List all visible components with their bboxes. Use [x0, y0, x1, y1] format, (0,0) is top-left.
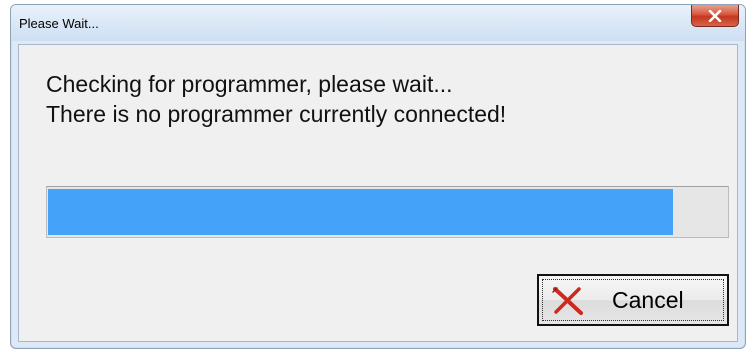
cancel-button[interactable]: Cancel — [537, 274, 729, 326]
dialog-window: Please Wait... Checking for programmer, … — [10, 4, 746, 349]
progress-bar — [46, 186, 729, 238]
close-icon — [708, 9, 722, 22]
status-line-not-connected: There is no programmer currently connect… — [46, 101, 507, 127]
cancel-button-label: Cancel — [612, 287, 684, 313]
status-message: Checking for programmer, please wait... … — [46, 69, 506, 129]
title-bar[interactable]: Please Wait... — [11, 5, 745, 41]
window-title: Please Wait... — [19, 16, 99, 31]
dialog-body: Checking for programmer, please wait... … — [18, 44, 738, 342]
status-line-checking: Checking for programmer, please wait... — [46, 71, 453, 97]
progress-bar-fill — [48, 189, 673, 235]
red-x-icon — [552, 287, 583, 315]
close-button[interactable] — [691, 5, 739, 27]
